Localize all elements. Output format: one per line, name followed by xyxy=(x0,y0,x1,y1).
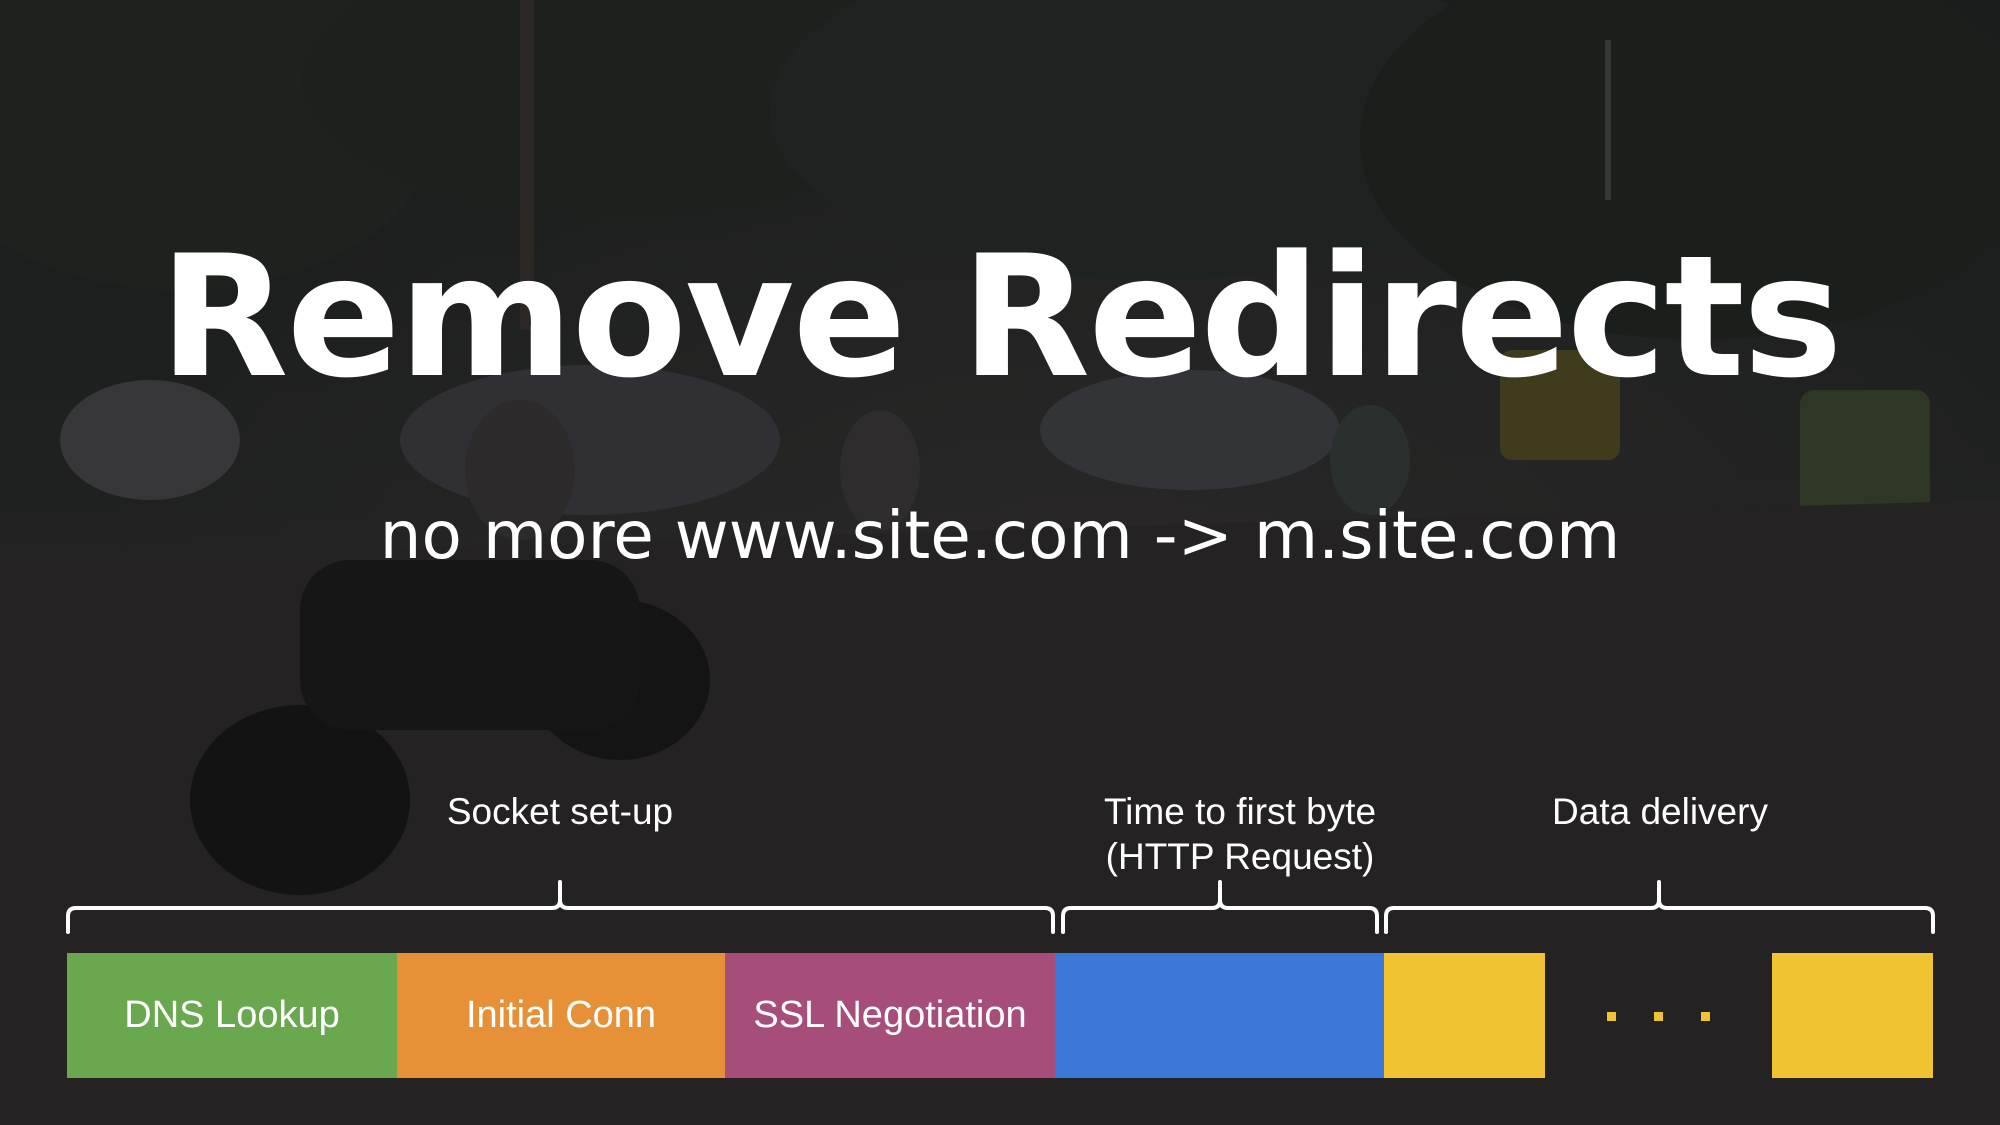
segment-data-delivery-last xyxy=(1772,953,1933,1078)
segment-ssl-negotiation-label: SSL Negotiation xyxy=(753,994,1027,1036)
bracket-ttfb xyxy=(1061,880,1379,934)
bracket-delivery xyxy=(1384,880,1935,934)
segment-dns-lookup: DNS Lookup xyxy=(67,953,397,1078)
segment-initial-conn-label: Initial Conn xyxy=(465,994,657,1036)
bracket-socket xyxy=(66,880,1055,934)
segment-initial-conn: Initial Conn xyxy=(397,953,725,1078)
segment-dns-lookup-label: DNS Lookup xyxy=(124,994,340,1036)
ellipsis-dot xyxy=(1654,1012,1663,1021)
ellipsis-dot xyxy=(1607,1012,1616,1021)
ellipsis-dots xyxy=(1607,1012,1710,1021)
ellipsis-dot xyxy=(1701,1012,1710,1021)
segment-http-request xyxy=(1055,953,1384,1078)
segment-ssl-negotiation: SSL Negotiation xyxy=(725,953,1055,1078)
segment-data-delivery-first xyxy=(1384,953,1545,1078)
